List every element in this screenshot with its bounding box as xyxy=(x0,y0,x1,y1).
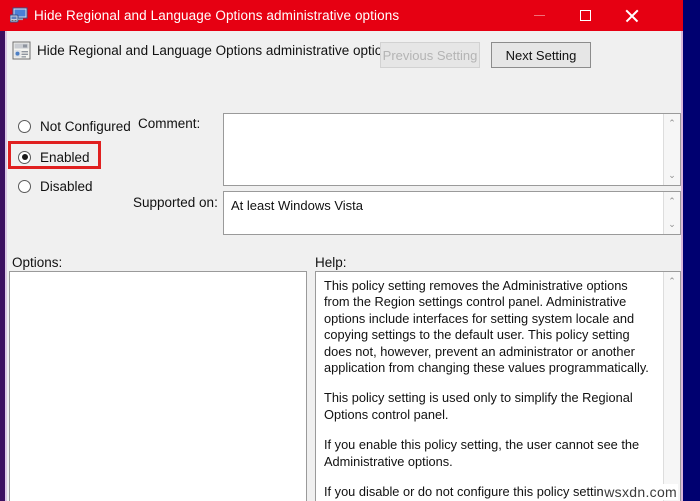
monitor-computer-icon xyxy=(10,7,28,24)
next-setting-button[interactable]: Next Setting xyxy=(491,42,591,68)
options-label: Options: xyxy=(12,255,62,270)
maximize-icon xyxy=(580,10,591,21)
help-text: This policy setting removes the Administ… xyxy=(324,278,656,501)
supported-on-value: At least Windows Vista xyxy=(231,197,658,214)
scroll-up-icon[interactable]: ⌃ xyxy=(664,115,680,132)
supported-on-input[interactable]: At least Windows Vista ⌃ ⌄ xyxy=(223,191,681,235)
help-scrollbar[interactable]: ⌃ ⌄ xyxy=(663,272,680,501)
group-policy-setting-window: Hide Regional and Language Options admin… xyxy=(0,0,700,501)
supported-on-scrollbar[interactable]: ⌃ ⌄ xyxy=(663,192,680,234)
radio-enabled-label: Enabled xyxy=(40,150,90,165)
help-paragraph: If you enable this policy setting, the u… xyxy=(324,437,656,470)
options-panel[interactable] xyxy=(9,271,307,501)
supported-on-label: Supported on: xyxy=(133,195,218,210)
previous-setting-button[interactable]: Previous Setting xyxy=(380,42,480,68)
radio-enabled-indicator xyxy=(18,151,31,164)
setting-name-heading: Hide Regional and Language Options admin… xyxy=(37,43,396,58)
radio-enabled[interactable]: Enabled xyxy=(18,147,90,167)
close-icon xyxy=(625,9,638,22)
radio-disabled[interactable]: Disabled xyxy=(18,176,93,196)
radio-disabled-label: Disabled xyxy=(40,179,93,194)
window-right-edge xyxy=(683,0,700,501)
help-label: Help: xyxy=(315,255,347,270)
comment-label: Comment: xyxy=(138,116,200,131)
scroll-down-icon[interactable]: ⌄ xyxy=(664,167,680,184)
minimize-button[interactable] xyxy=(516,0,562,31)
radio-disabled-indicator xyxy=(18,180,31,193)
help-panel[interactable]: This policy setting removes the Administ… xyxy=(315,271,681,501)
help-paragraph: This policy setting removes the Administ… xyxy=(324,278,656,376)
radio-not-configured[interactable]: Not Configured xyxy=(18,116,131,136)
help-paragraph: This policy setting is used only to simp… xyxy=(324,390,656,423)
policy-setting-icon xyxy=(12,41,31,60)
watermark: wsxdn.com xyxy=(603,484,678,500)
comment-scrollbar[interactable]: ⌃ ⌄ xyxy=(663,114,680,185)
scroll-down-icon[interactable]: ⌄ xyxy=(664,216,680,233)
minimize-icon xyxy=(534,15,545,16)
scroll-up-icon[interactable]: ⌃ xyxy=(664,273,680,290)
radio-not-configured-label: Not Configured xyxy=(40,119,131,134)
window-titlebar[interactable]: Hide Regional and Language Options admin… xyxy=(0,0,683,31)
comment-input[interactable]: ⌃ ⌄ xyxy=(223,113,681,186)
window-left-edge-inner xyxy=(5,31,7,501)
close-button[interactable] xyxy=(608,0,654,31)
maximize-button[interactable] xyxy=(562,0,608,31)
window-client-area: Hide Regional and Language Options admin… xyxy=(7,31,681,501)
scroll-up-icon[interactable]: ⌃ xyxy=(664,193,680,210)
radio-not-configured-indicator xyxy=(18,120,31,133)
window-title: Hide Regional and Language Options admin… xyxy=(34,0,399,31)
